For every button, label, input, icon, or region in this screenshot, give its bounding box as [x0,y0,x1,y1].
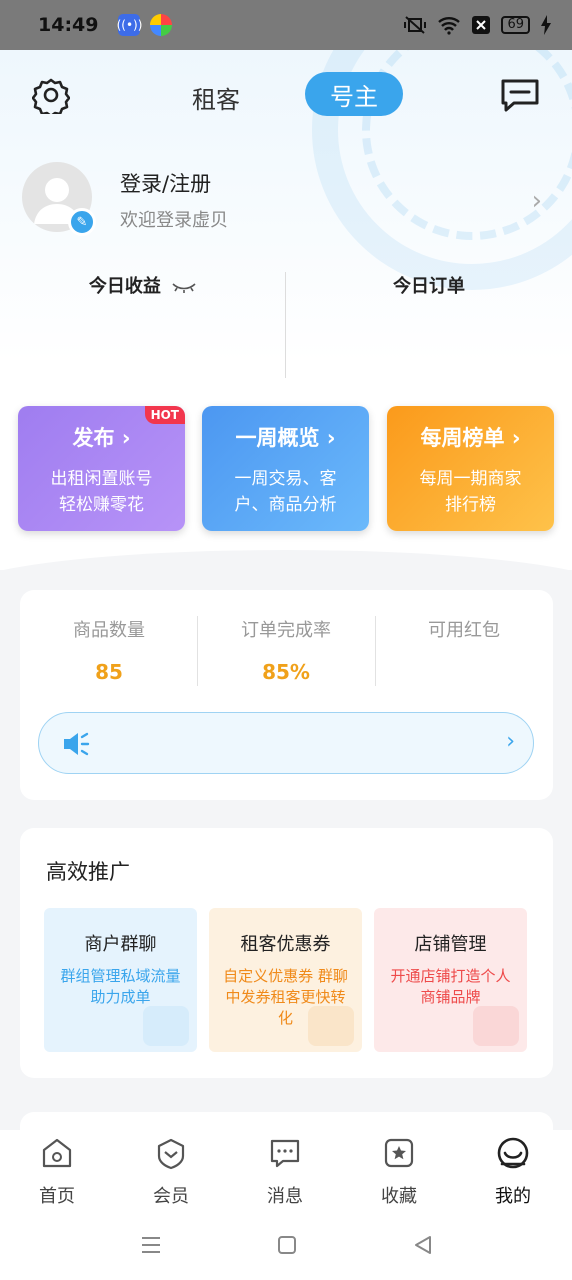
tab-label: 会员 [153,1186,189,1207]
tab-renter[interactable]: 租客 [192,80,240,115]
section-title: 高效推广 [46,860,130,884]
stat-value: 85% [262,660,310,684]
notice-bar[interactable]: › [38,712,534,774]
home-icon [42,1138,72,1168]
profile-row[interactable]: ✎ 登录/注册 欢迎登录虚贝 › [22,162,552,242]
chevron-right-icon: › [121,426,131,450]
weekly-overview-card[interactable]: 一周概览 › 一周交易、客 户、商品分析 [202,406,369,531]
chevron-right-icon[interactable]: › [532,186,542,216]
status-time: 14:49 [38,14,99,36]
promotion-panel: 高效推广 商户群聊 群组管理私域流量助力成单 租客优惠券 自定义优惠券 群聊中发… [20,828,553,1078]
stat-label: 商品数量 [73,620,145,641]
feature-cards: HOT 发布 › 出租闲置账号 轻松赚零花 一周概览 › 一周交易、客 户、商品… [18,406,554,532]
today-income[interactable]: 今日收益 [0,272,286,298]
welcome-text: 欢迎登录虚贝 [120,210,228,231]
battery-icon: 69 [501,16,530,34]
tab-label: 收藏 [381,1186,417,1207]
system-nav-bar [0,1214,572,1280]
shop-icon [473,1006,519,1046]
chat-icon [270,1139,300,1168]
hero-section: 租客 号主 ✎ 登录/注册 欢迎登录虚贝 › 今日收益 今日订单 HOT 发布 … [0,50,572,570]
today-orders-label: 今日订单 [393,276,465,297]
promo-card-desc: 群组管理私域流量助力成单 [60,967,181,1006]
promo-card-desc: 自定义优惠券 群聊中发券租客更快转化 [223,967,348,1027]
publish-card[interactable]: HOT 发布 › 出租闲置账号 轻松赚零花 [18,406,185,531]
login-register-link[interactable]: 登录/注册 [120,168,211,198]
promo-card-desc: 开通店铺打造个人商铺品牌 [390,967,511,1006]
stat-label: 订单完成率 [241,620,331,641]
home-nav-icon[interactable] [276,1234,298,1256]
today-income-label: 今日收益 [88,276,161,297]
tab-label: 消息 [267,1186,303,1207]
tab-member[interactable]: 会员 [114,1136,228,1208]
tab-label: 首页 [39,1186,75,1207]
promo-card-title: 店铺管理 [414,934,487,955]
back-icon[interactable] [412,1234,434,1256]
status-bar: 14:49 ((•)) 69 [0,0,572,50]
chevron-right-icon: › [326,426,336,450]
card-desc-line: 户、商品分析 [234,495,337,515]
merchant-group-chat-card[interactable]: 商户群聊 群组管理私域流量助力成单 [44,908,197,1052]
renter-coupon-card[interactable]: 租客优惠券 自定义优惠券 群聊中发券租客更快转化 [209,908,362,1052]
card-desc-line: 排行榜 [445,495,496,515]
top-nav: 租客 号主 [0,72,572,122]
promo-card-title: 租客优惠券 [240,934,331,955]
hot-badge: HOT [144,406,185,424]
chevron-right-icon: › [506,729,515,754]
favorite-icon [384,1138,414,1168]
stat-product-count[interactable]: 商品数量 85 [20,616,198,684]
nfc-app-icon: ((•)) [117,14,142,36]
stat-red-packets[interactable]: 可用红包 [375,616,553,660]
member-icon [157,1138,185,1170]
stat-label: 可用红包 [428,620,500,641]
bottom-tab-bar: 首页 会员 消息 收藏 我的 [0,1130,572,1214]
chat-bubble-icon [143,1006,189,1046]
hero-curve [0,550,572,570]
vibrate-icon [404,16,427,34]
sim-off-icon [472,16,491,34]
colorful-app-icon [150,14,173,36]
eye-closed-icon[interactable] [171,280,197,294]
today-orders[interactable]: 今日订单 [286,272,572,298]
edit-avatar-icon[interactable]: ✎ [68,208,96,236]
weekly-ranking-card[interactable]: 每周榜单 › 每周一期商家 排行榜 [387,406,554,531]
tab-owner[interactable]: 号主 [305,72,403,116]
chevron-right-icon: › [511,426,521,450]
stat-order-completion[interactable]: 订单完成率 85% [197,616,375,684]
tab-home[interactable]: 首页 [0,1136,114,1208]
shop-management-card[interactable]: 店铺管理 开通店铺打造个人商铺品牌 [374,908,527,1052]
card-desc-line: 每周一期商家 [419,469,522,489]
tab-messages[interactable]: 消息 [228,1136,342,1208]
promo-card-title: 商户群聊 [84,934,157,955]
card-title: 一周概览 [235,426,320,450]
shop-stats-panel: 商品数量 85 订单完成率 85% 可用红包 › [20,590,553,800]
charging-icon [541,15,551,35]
stat-value: 85 [95,660,123,684]
gear-icon[interactable] [32,76,70,114]
tab-mine[interactable]: 我的 [456,1136,570,1208]
message-icon[interactable] [500,78,540,114]
menu-icon[interactable] [140,1234,162,1256]
card-title: 每周榜单 [420,426,505,450]
card-title: 发布 [72,426,115,450]
today-stats: 今日收益 今日订单 [0,272,572,382]
card-desc-line: 一周交易、客 [234,469,337,489]
tab-label: 我的 [495,1186,531,1207]
profile-icon [497,1137,529,1169]
speaker-icon [64,732,90,756]
card-desc-line: 出租闲置账号 [50,469,153,489]
card-desc-line: 轻松赚零花 [59,495,144,515]
wifi-icon [438,17,461,35]
tab-favorites[interactable]: 收藏 [342,1136,456,1208]
